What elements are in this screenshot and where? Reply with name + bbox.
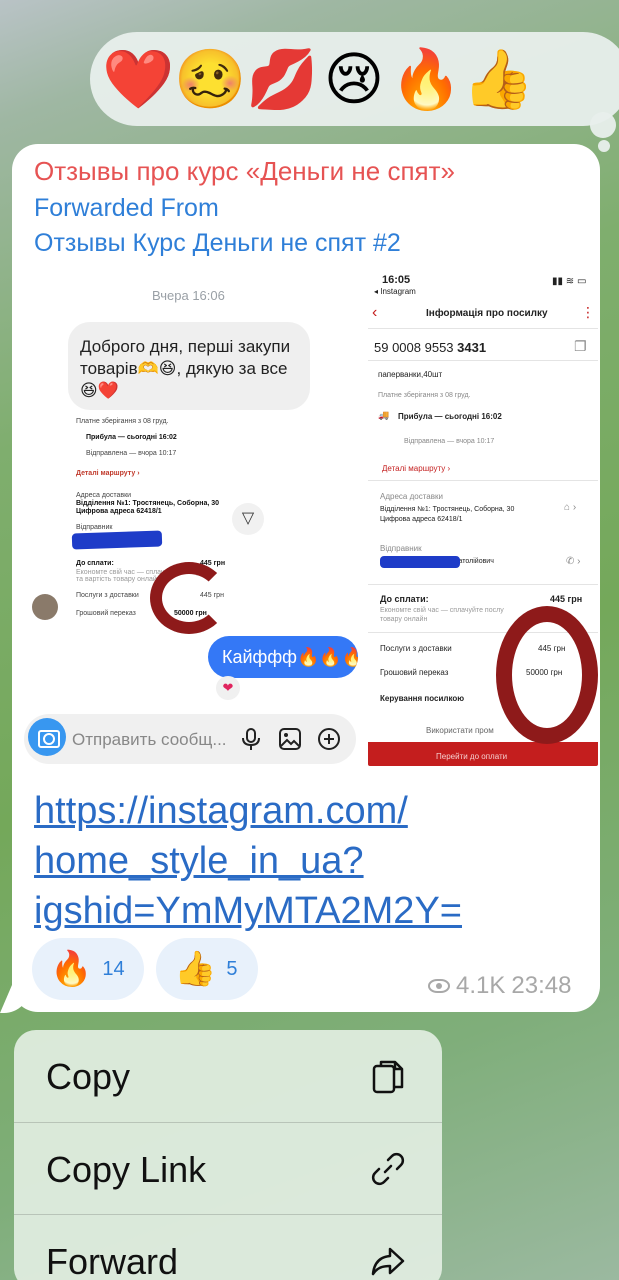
reaction-count: 14 [102,957,125,980]
save-time-note: Економте свій час — сплачуйте послу [380,607,504,614]
to-pay-label: До сплати: [380,594,429,604]
fire-icon: 🔥 [50,949,93,989]
menu-item-label: Copy Link [46,1149,207,1190]
add-circle-icon [316,726,342,752]
reaction-picker-tail [590,112,616,138]
eye-icon [428,979,450,993]
more-icon: ⋮ [581,304,595,320]
menu-item-copy[interactable]: Copy [14,1030,442,1122]
redaction-scribble [71,530,163,550]
mini-route: Деталі маршруту › [76,470,140,477]
status-time: 16:05 [382,274,411,286]
status-icons: ▮▮ ≋ ▭ [552,276,587,287]
pay-button-label: Перейти до оплати [436,752,508,761]
mini-save-time2: та вартість товару онлайн [76,576,161,583]
manage-parcel: Керування посилкою [380,694,465,703]
transfer-label: Грошовий переказ [380,668,449,677]
dm-incoming-message: Доброго дня, перші закупи товарів🫶😆, дяк… [68,322,310,410]
red-circle-markup [496,606,598,744]
fire-reaction[interactable]: 🔥 [390,43,462,115]
menu-item-forward[interactable]: Forward [14,1215,442,1280]
microphone-icon [238,726,264,752]
context-menu: Copy Copy Link Forward [14,1030,442,1280]
use-promo: Використати пром [426,726,494,735]
menu-item-label: Forward [46,1241,179,1280]
divider [368,328,598,329]
thumbs-up-reaction[interactable]: 👍 [462,43,534,115]
woozy-face-reaction[interactable]: 🥴 [174,43,246,115]
mini-transfer: Грошовий переказ [76,610,136,617]
instagram-link-line3[interactable]: igshid=YmMyMTA2M2Y= [34,890,594,933]
parcel-sent: Відправлена — вчора 10:17 [404,438,495,445]
phone-icon: ✆ › [566,556,581,567]
image-icon [277,726,303,752]
parcel-arrived: Прибула — сьогодні 16:02 [398,412,502,421]
delivery-label: Послуги з доставки [380,644,452,653]
address-line1: Відділення №1: Тростянець, Соборна, 30 [380,506,515,513]
thumbs-up-icon: 👍 [174,949,217,989]
to-pay-value: 445 грн [550,594,583,604]
mini-sent: Відправлена — вчора 10:17 [86,450,177,457]
share-icon[interactable]: ▽ [232,503,264,535]
back-chevron-icon: ‹ [372,304,378,321]
dm-outgoing-message: Кайффф🔥🔥🔥 [208,636,358,678]
forward-icon [368,1241,408,1280]
reaction-chip-thumbs-up[interactable]: 👍 5 [156,938,258,1000]
menu-item-copy-link[interactable]: Copy Link [14,1123,442,1215]
forwarded-label: Forwarded From [34,194,219,222]
address-line2: Цифрова адреса 62418/1 [380,516,463,523]
reaction-picker-tail-dot [598,140,610,152]
mini-addr2: Цифрова адреса 62418/1 [76,508,162,515]
message-time: 23:48 [511,972,572,999]
copy-icon [368,1056,408,1096]
kiss-mark-reaction[interactable]: 💋 [246,43,318,115]
map-icon: ⌂ › [564,502,577,513]
message-meta: 4.1K 23:48 [428,972,571,1000]
menu-item-label: Copy [46,1056,131,1097]
avatar [32,594,58,620]
view-count: 4.1K [456,972,506,999]
address-label: Адреса доставки [380,492,443,501]
crying-face-reaction[interactable]: 😢 [318,43,390,115]
reaction-count: 5 [226,957,238,980]
redaction-scribble [380,556,460,568]
reaction-chip-fire[interactable]: 🔥 14 [32,938,144,1000]
mini-to-pay: До сплати: [76,560,114,567]
parcel-header: Інформація про посилку [426,308,548,319]
parcel-item: паперванки,40шт [378,370,443,379]
mini-addr: Відділення №1: Тростянець, Соборна, 30 [76,500,220,507]
dm-heart-reaction: ❤ [216,676,240,700]
mini-arrived: Прибула — сьогодні 16:02 [86,434,177,441]
mini-sender: Відправник [76,524,113,531]
heart-reaction[interactable]: ❤️ [102,43,174,115]
instagram-link-line1[interactable]: https://instagram.com/ [34,790,594,833]
copy-icon: ❐ [574,338,587,354]
camera-icon [28,718,66,756]
channel-name[interactable]: Отзывы про курс «Деньги не спят» [34,156,455,187]
save-time-note2: товару онлайн [380,616,428,623]
divider [368,480,598,481]
divider [368,584,598,585]
reaction-picker: ❤️ 🥴 💋 😢 🔥 👍 [90,32,619,126]
status-back-app: ◂ Instagram [374,287,416,296]
tracking-number: 59 0008 9553 3431 [374,340,487,355]
parcel-route-link: Деталі маршруту › [382,464,451,473]
mini-addr-label: Адреса доставки [76,492,132,499]
dm-input-placeholder: Отправить сообщ... [72,730,227,749]
mini-storage: Платне зберігання з 08 груд. [76,418,169,425]
dm-timestamp: Вчера 16:06 [152,288,225,303]
instagram-link-line2[interactable]: home_style_in_ua? [34,840,594,883]
forwarded-source[interactable]: Отзывы Курс Деньги не спят #2 [34,229,401,258]
red-circle-markup [150,562,228,634]
parcel-storage: Платне зберігання з 08 груд. [378,392,471,399]
link-icon [368,1149,408,1189]
sender-label: Відправник [380,544,422,553]
divider [368,360,598,361]
truck-icon: 🚚 [378,410,390,420]
mini-delivery: Послуги з доставки [76,592,139,599]
